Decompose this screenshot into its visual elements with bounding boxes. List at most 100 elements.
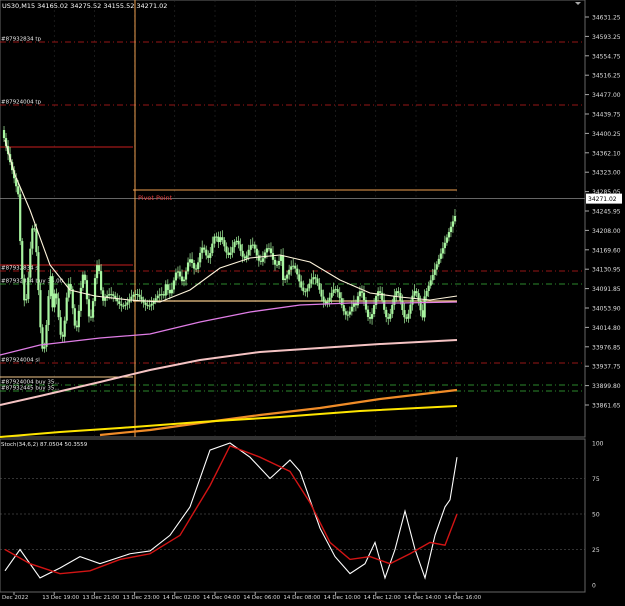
- candle-body: [451, 221, 455, 227]
- candle-body: [338, 292, 341, 299]
- candle-body: [55, 293, 58, 299]
- candle-body: [174, 272, 178, 281]
- candle-body: [245, 255, 248, 259]
- candle-body: [197, 262, 200, 270]
- candle-body: [344, 311, 347, 315]
- price-pane[interactable]: [0, 0, 586, 438]
- candle-body: [71, 289, 74, 309]
- candle-body: [360, 291, 364, 293]
- candle-body: [304, 291, 307, 293]
- candle-body: [235, 240, 238, 243]
- candle-body: [39, 290, 42, 328]
- candle-body: [273, 259, 277, 265]
- candle-body: [243, 256, 246, 259]
- order-label: #87924004 sl: [1, 358, 40, 364]
- price-tick-label: 34554.75: [592, 53, 621, 60]
- candle-body: [425, 291, 428, 297]
- candle-body: [320, 289, 323, 297]
- price-tick-label: 34439.75: [592, 112, 621, 119]
- candle-body: [286, 274, 289, 279]
- candle-body: [328, 297, 331, 302]
- candle-body: [253, 244, 256, 249]
- candle-body: [37, 252, 40, 291]
- candle-body: [225, 246, 228, 253]
- order-label: #87932445 buy 35...: [1, 386, 60, 392]
- stoch-tick-label: 50: [592, 512, 600, 519]
- candle-body: [445, 237, 448, 243]
- candle-body: [372, 305, 376, 315]
- candle-body: [379, 291, 382, 293]
- candle-body: [201, 247, 204, 253]
- candle-body: [156, 295, 159, 299]
- order-label: #87932834 sl: [1, 266, 40, 272]
- candle-body: [154, 298, 157, 302]
- candle-body: [112, 294, 115, 296]
- candle-body: [17, 186, 20, 195]
- candle-body: [91, 301, 95, 318]
- price-tick-label: 34477.00: [592, 92, 621, 99]
- candle-body: [132, 294, 135, 297]
- candle-body: [148, 305, 151, 307]
- candle-body: [49, 276, 52, 297]
- candle-body: [65, 297, 68, 321]
- candle-body: [263, 252, 266, 259]
- candle-body: [255, 248, 258, 256]
- candle-body: [73, 308, 76, 326]
- candle-body: [310, 279, 313, 284]
- chart-canvas[interactable]: US30,M15 34165.02 34275.52 34155.52 3427…: [0, 0, 625, 602]
- candle-body: [284, 278, 287, 281]
- candle-body: [93, 278, 97, 302]
- candle-body: [308, 283, 311, 289]
- candle-body: [120, 303, 123, 306]
- time-tick-label: 13 Dec 21:00: [82, 595, 119, 601]
- candle-body: [31, 228, 34, 249]
- candle-body: [318, 283, 321, 290]
- candle-body: [124, 304, 127, 306]
- candle-body: [368, 317, 372, 319]
- candle-body: [89, 316, 93, 318]
- candle-body: [271, 253, 275, 260]
- candle-body: [79, 287, 82, 311]
- candle-body: [330, 292, 333, 298]
- candle-body: [306, 288, 309, 292]
- candle-body: [397, 291, 400, 293]
- indicator-pane[interactable]: [0, 438, 586, 593]
- time-tick-label: 14 Dec 08:00: [283, 595, 320, 601]
- candle-body: [190, 259, 194, 263]
- candle-body: [340, 298, 343, 306]
- candle-body: [443, 242, 446, 249]
- candle-body: [144, 302, 147, 305]
- order-label: #87924004 tp: [1, 100, 42, 106]
- candle-body: [389, 313, 392, 319]
- candle-body: [409, 304, 412, 314]
- candle-body: [61, 334, 64, 337]
- chart-window[interactable]: US30,M15 34165.02 34275.52 34155.52 3427…: [0, 0, 625, 602]
- candle-body: [85, 280, 89, 300]
- candle-body: [233, 242, 236, 248]
- candle-body: [407, 313, 410, 319]
- candle-body: [219, 237, 222, 243]
- candle-body: [75, 325, 78, 328]
- candle-body: [366, 309, 370, 318]
- candle-body: [429, 280, 432, 286]
- candle-body: [217, 236, 220, 243]
- candle-body: [122, 305, 125, 307]
- chart-title: US30,M15 34165.02 34275.52 34155.52 3427…: [2, 2, 167, 10]
- candle-body: [387, 317, 390, 319]
- candle-body: [97, 265, 101, 272]
- candle-body: [247, 249, 250, 256]
- candle-body: [188, 259, 192, 263]
- time-tick-label: 14 Dec 10:00: [324, 595, 361, 601]
- price-tick-label: 34631.25: [592, 15, 621, 22]
- candle-body: [178, 271, 182, 277]
- candle-body: [158, 294, 161, 296]
- candle-body: [312, 277, 315, 280]
- candle-body: [413, 291, 416, 296]
- candle-body: [35, 228, 38, 253]
- candle-body: [421, 310, 424, 318]
- stoch-tick-label: 25: [592, 547, 600, 554]
- candle-body: [336, 289, 339, 293]
- candle-body: [439, 253, 442, 259]
- candle-body: [199, 252, 202, 263]
- candle-body: [322, 296, 325, 302]
